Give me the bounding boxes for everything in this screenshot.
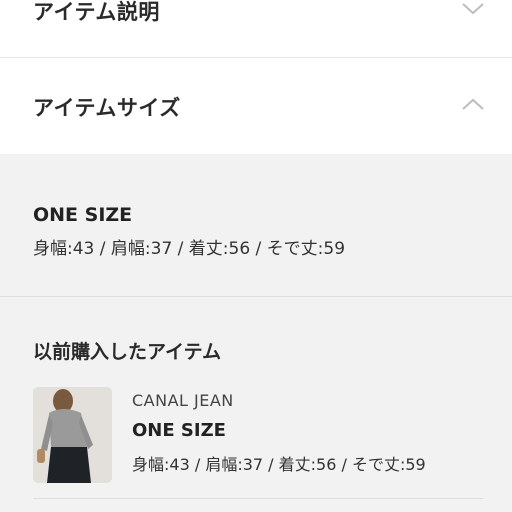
size-info: ONE SIZE 身幅:43 / 肩幅:37 / 着丈:56 / そで丈:59 [33, 204, 345, 259]
item-measurements: 身幅:43 / 肩幅:37 / 着丈:56 / そで丈:59 [132, 455, 426, 474]
size-name: ONE SIZE [33, 204, 133, 226]
item-brand: CANAL JEAN [132, 391, 234, 410]
size-measurements: 身幅:43 / 肩幅:37 / 着丈:56 / そで丈:59 [33, 239, 346, 259]
item-size-title: アイテムサイズ [33, 96, 181, 120]
item-info: CANAL JEAN ONE SIZE 身幅:43 / 肩幅:37 / 着丈:5… [132, 391, 426, 475]
item-size-header[interactable]: アイテムサイズ [0, 58, 512, 154]
item-divider [33, 498, 483, 499]
chevron-up-icon[interactable] [462, 98, 484, 110]
previous-purchase-title: 以前購入したアイテム [33, 341, 222, 363]
item-thumbnail[interactable] [33, 387, 112, 483]
previous-purchase-item[interactable]: CANAL JEAN ONE SIZE 身幅:43 / 肩幅:37 / 着丈:5… [33, 387, 483, 485]
chevron-down-icon[interactable] [462, 3, 484, 15]
item-description-title: アイテム説明 [33, 0, 160, 24]
section-divider [0, 296, 512, 297]
item-description-header[interactable]: アイテム説明 [0, 0, 512, 58]
item-size: ONE SIZE [132, 420, 226, 441]
item-size-panel: ONE SIZE 身幅:43 / 肩幅:37 / 着丈:56 / そで丈:59 … [0, 154, 512, 512]
